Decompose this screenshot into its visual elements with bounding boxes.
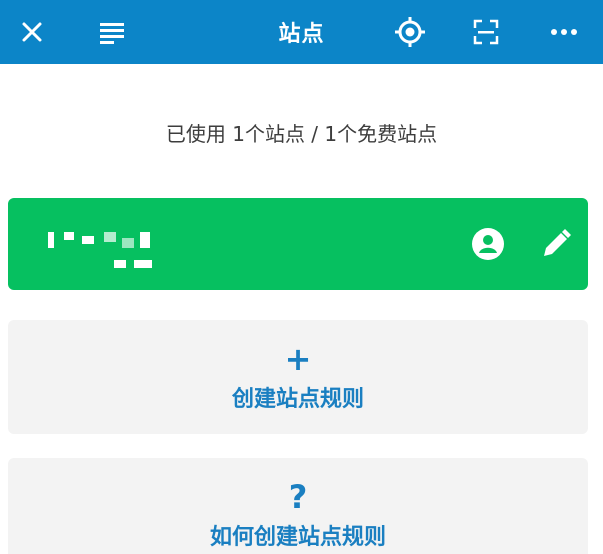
how-to-create-rule-button[interactable]: ? 如何创建站点规则 <box>8 458 588 554</box>
close-icon <box>22 22 42 42</box>
site-card[interactable] <box>8 198 588 290</box>
more-dots-icon <box>551 29 577 35</box>
scan-frame-icon <box>473 19 499 45</box>
top-app-bar: 站点 <box>0 0 603 64</box>
more-button[interactable] <box>540 0 588 64</box>
edit-pencil-icon <box>544 229 571 256</box>
close-button[interactable] <box>8 0 56 64</box>
app-root: 站点 已使用 1个站点 / 1个免费站点 + 创建站点规则 ? 如何创建站点规则 <box>0 0 603 554</box>
site-name-obscured <box>44 230 154 270</box>
question-icon: ? <box>288 478 308 516</box>
menu-lines-icon <box>100 23 124 44</box>
create-site-rule-label: 创建站点规则 <box>231 387 364 412</box>
account-circle-icon <box>472 228 504 260</box>
create-site-rule-button[interactable]: + 创建站点规则 <box>8 320 588 434</box>
plus-icon: + <box>284 340 312 378</box>
scan-button[interactable] <box>462 0 510 64</box>
site-account-button[interactable] <box>466 222 510 266</box>
menu-button[interactable] <box>88 0 136 64</box>
locate-target-icon <box>395 17 425 47</box>
page-title: 站点 <box>278 22 325 47</box>
locate-button[interactable] <box>386 0 434 64</box>
how-to-create-rule-label: 如何创建站点规则 <box>209 525 386 550</box>
usage-summary: 已使用 1个站点 / 1个免费站点 <box>165 121 438 146</box>
site-edit-button[interactable] <box>534 222 578 266</box>
